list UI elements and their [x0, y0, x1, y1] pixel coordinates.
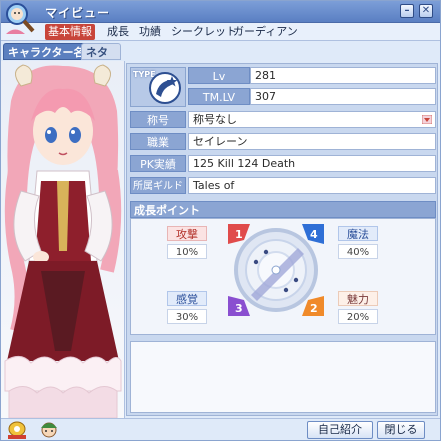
- tab-achievements[interactable]: 功績: [137, 24, 163, 40]
- marker-attack-number: 1: [235, 228, 243, 241]
- star-tag-icon: [149, 72, 181, 104]
- minimize-button[interactable]: –: [400, 4, 414, 18]
- growth-gauge: 1 4 3 2: [228, 224, 324, 316]
- tab-basic-info[interactable]: 基本情報: [45, 24, 95, 40]
- character-illustration: [4, 64, 122, 418]
- tab-guardian[interactable]: ガーディアン: [231, 24, 300, 40]
- marker-sense-number: 3: [235, 302, 243, 315]
- window-title: マイビュー: [45, 6, 111, 20]
- lv-value: 281: [250, 67, 436, 84]
- pk-label: PK実績: [130, 155, 186, 172]
- subtab-character-name[interactable]: キャラクター名: [3, 43, 90, 60]
- minimize-icon: –: [404, 5, 410, 16]
- stat-magic-label: 魔法: [338, 226, 378, 241]
- sub-tab-bar: キャラクター名 ネタット: [1, 41, 121, 76]
- stat-attack-value: 10%: [167, 244, 207, 259]
- guild-value: Tales of: [188, 177, 436, 194]
- type-box: TYPE: [130, 67, 186, 107]
- bottom-bar: 自己紹介 閉じる: [1, 418, 440, 440]
- subtab-netatto[interactable]: ネタット: [81, 43, 121, 76]
- magnifier-character-icon: [6, 3, 35, 34]
- job-label: 職業: [130, 133, 186, 150]
- marker-charm-number: 2: [310, 302, 318, 315]
- my-view-window: マイビュー – ✕ 基本情報 成長 功績 シークレット ガーディアン キャラクタ…: [0, 0, 441, 441]
- growth-points-header: 成長ポイント: [130, 201, 436, 218]
- pk-value: 125 Kill 124 Death: [188, 155, 436, 172]
- type-label: TYPE: [133, 70, 156, 79]
- alarm-bell-icon[interactable]: [5, 420, 29, 440]
- self-introduction-button[interactable]: 自己紹介: [307, 421, 373, 439]
- title-select[interactable]: 称号なし: [188, 111, 436, 128]
- lv-label: Lv: [188, 67, 250, 84]
- job-value: セイレーン: [188, 133, 436, 150]
- tmlv-value: 307: [250, 88, 436, 105]
- introduction-area: [130, 341, 436, 413]
- tmlv-label: TM.LV: [188, 88, 250, 105]
- stat-attack-label: 攻撃: [167, 226, 207, 241]
- stat-sense-value: 30%: [167, 309, 207, 324]
- tab-growth[interactable]: 成長: [105, 24, 131, 40]
- stat-charm-label: 魅力: [338, 291, 378, 306]
- guild-label: 所属ギルド: [130, 177, 186, 194]
- stat-magic-value: 40%: [338, 244, 378, 259]
- title-label: 称号: [130, 111, 186, 128]
- tab-secret[interactable]: シークレット: [169, 24, 239, 40]
- close-icon: ✕: [421, 5, 431, 16]
- title-bar[interactable]: マイビュー – ✕: [1, 1, 440, 23]
- title-select-value: 称号なし: [193, 113, 237, 126]
- chevron-down-icon: [422, 115, 432, 124]
- character-face-icon[interactable]: [37, 420, 61, 440]
- close-button[interactable]: 閉じる: [377, 421, 425, 439]
- character-portrait: [1, 61, 125, 418]
- stat-sense-label: 感覚: [167, 291, 207, 306]
- close-window-button[interactable]: ✕: [419, 4, 433, 18]
- marker-magic-number: 4: [310, 228, 318, 241]
- menu-bar: 基本情報 成長 功績 シークレット ガーディアン: [1, 23, 440, 41]
- stat-charm-value: 20%: [338, 309, 378, 324]
